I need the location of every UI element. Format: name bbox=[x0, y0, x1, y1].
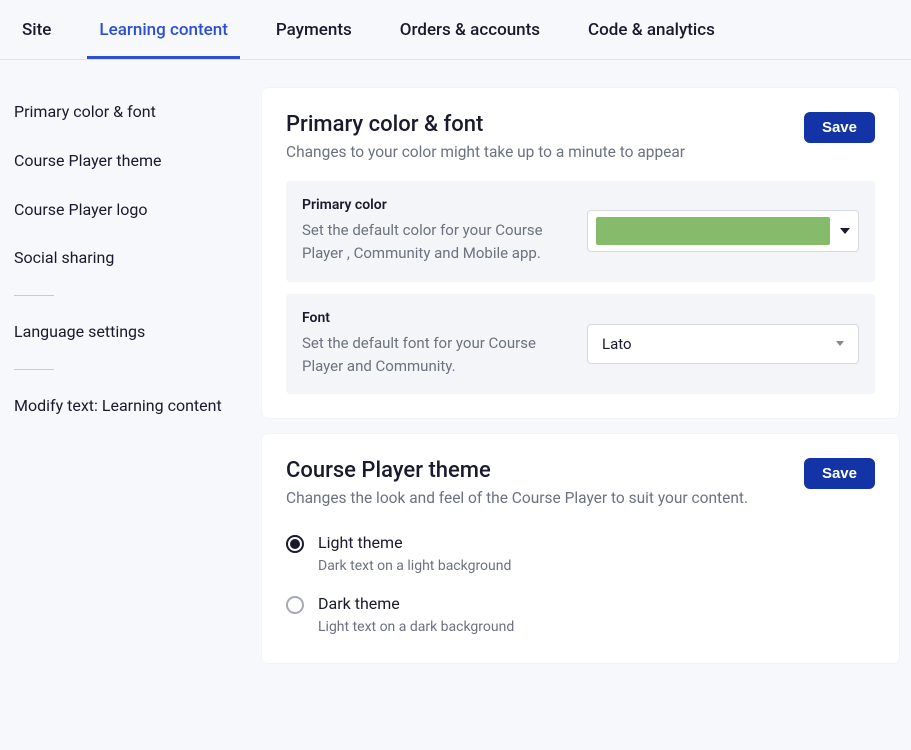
radio-option-light[interactable]: Light theme Dark text on a light backgro… bbox=[286, 533, 875, 574]
sidebar-item-course-player-logo[interactable]: Course Player logo bbox=[14, 186, 262, 235]
select-value: Lato bbox=[602, 335, 836, 353]
sidebar-item-language-settings[interactable]: Language settings bbox=[14, 308, 262, 357]
panel-label: Font bbox=[302, 310, 563, 326]
sidebar-divider bbox=[14, 369, 54, 370]
sidebar: Primary color & font Course Player theme… bbox=[14, 88, 262, 431]
chevron-down-icon bbox=[840, 228, 850, 234]
card-course-player-theme: Course Player theme Changes the look and… bbox=[262, 434, 899, 663]
radio-option-dark[interactable]: Dark theme Light text on a dark backgrou… bbox=[286, 594, 875, 635]
radio-sublabel: Dark text on a light background bbox=[318, 558, 511, 574]
tab-site[interactable]: Site bbox=[22, 2, 51, 58]
card-title: Primary color & font bbox=[286, 112, 685, 137]
panel-label: Primary color bbox=[302, 197, 563, 213]
sidebar-item-course-player-theme[interactable]: Course Player theme bbox=[14, 137, 262, 186]
sidebar-item-modify-text[interactable]: Modify text: Learning content bbox=[14, 382, 262, 431]
color-picker[interactable] bbox=[587, 210, 859, 252]
panel-primary-color: Primary color Set the default color for … bbox=[286, 181, 875, 282]
radio-inner-icon bbox=[290, 539, 300, 549]
card-subtitle: Changes to your color might take up to a… bbox=[286, 143, 685, 161]
font-select[interactable]: Lato bbox=[587, 324, 859, 364]
card-primary-color-font: Primary color & font Changes to your col… bbox=[262, 88, 899, 418]
panel-description: Set the default color for your Course Pl… bbox=[302, 219, 563, 266]
card-title: Course Player theme bbox=[286, 458, 748, 483]
radio-label: Light theme bbox=[318, 533, 511, 552]
tab-payments[interactable]: Payments bbox=[276, 2, 352, 58]
tab-learning-content[interactable]: Learning content bbox=[99, 2, 227, 58]
tab-code-analytics[interactable]: Code & analytics bbox=[588, 2, 715, 58]
radio-icon bbox=[286, 596, 304, 614]
radio-icon bbox=[286, 535, 304, 553]
save-button[interactable]: Save bbox=[804, 112, 875, 143]
top-nav: Site Learning content Payments Orders & … bbox=[0, 0, 911, 60]
sidebar-item-social-sharing[interactable]: Social sharing bbox=[14, 234, 262, 283]
main-content: Primary color & font Changes to your col… bbox=[262, 88, 899, 679]
card-subtitle: Changes the look and feel of the Course … bbox=[286, 489, 748, 507]
save-button[interactable]: Save bbox=[804, 458, 875, 489]
theme-radio-group: Light theme Dark text on a light backgro… bbox=[286, 533, 875, 635]
panel-font: Font Set the default font for your Cours… bbox=[286, 294, 875, 395]
color-swatch bbox=[596, 217, 830, 245]
panel-description: Set the default font for your Course Pla… bbox=[302, 332, 563, 379]
sidebar-item-primary-color-font[interactable]: Primary color & font bbox=[14, 88, 262, 137]
chevron-down-icon bbox=[836, 341, 844, 346]
tab-orders-accounts[interactable]: Orders & accounts bbox=[400, 2, 540, 58]
radio-label: Dark theme bbox=[318, 594, 514, 613]
radio-sublabel: Light text on a dark background bbox=[318, 619, 514, 635]
sidebar-divider bbox=[14, 295, 54, 296]
